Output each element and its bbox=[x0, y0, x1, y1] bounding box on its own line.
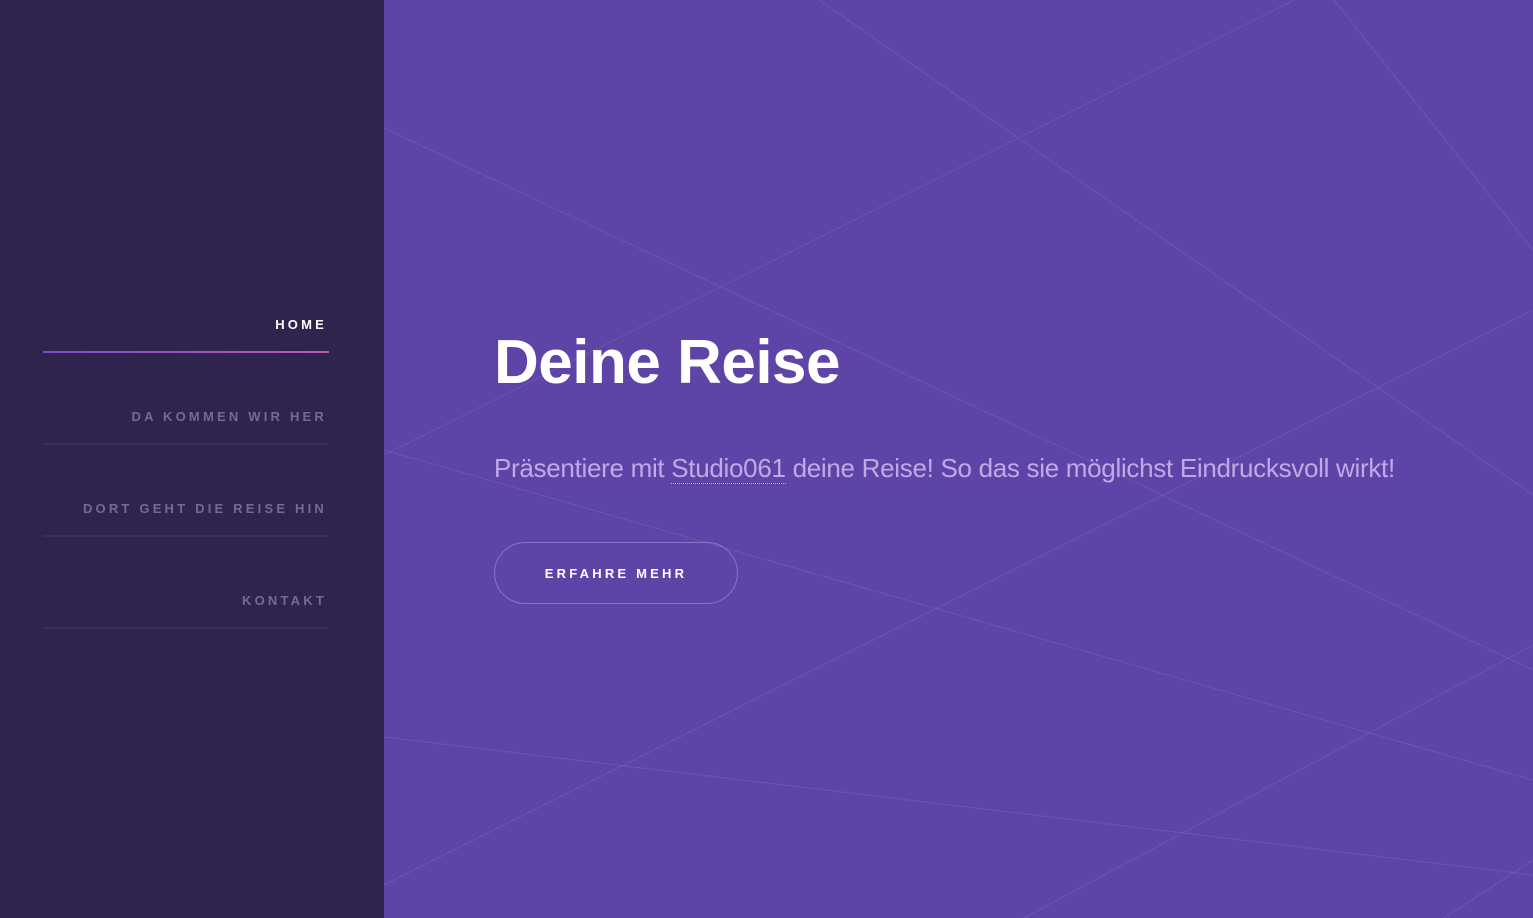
main-nav: HOME DA KOMMEN WIR HER DORT GEHT DIE REI… bbox=[43, 290, 329, 658]
hero-text-after: deine Reise! So das sie möglichst Eindru… bbox=[785, 453, 1396, 483]
nav-item-kontakt[interactable]: KONTAKT bbox=[43, 566, 329, 658]
nav-item-underline bbox=[43, 351, 329, 353]
hero-text-before: Präsentiere mit bbox=[494, 453, 672, 483]
learn-more-button[interactable]: ERFAHRE MEHR bbox=[494, 542, 738, 604]
nav-item-label: KONTAKT bbox=[242, 593, 327, 608]
nav-item-underline bbox=[43, 443, 329, 445]
nav-item-home[interactable]: HOME bbox=[43, 290, 329, 382]
hero-section: Deine Reise Präsentiere mit Studio061 de… bbox=[384, 0, 1533, 918]
nav-item-underline bbox=[43, 535, 329, 537]
sidebar: HOME DA KOMMEN WIR HER DORT GEHT DIE REI… bbox=[0, 0, 384, 918]
nav-item-label: DA KOMMEN WIR HER bbox=[131, 409, 327, 424]
hero-content: Deine Reise Präsentiere mit Studio061 de… bbox=[494, 326, 1514, 484]
hero-description: Präsentiere mit Studio061 deine Reise! S… bbox=[494, 452, 1514, 484]
brand-link[interactable]: Studio061 bbox=[671, 453, 786, 484]
hero-title: Deine Reise bbox=[494, 328, 841, 397]
nav-item-underline bbox=[43, 627, 329, 629]
nav-item-label: DORT GEHT DIE REISE HIN bbox=[82, 501, 327, 516]
nav-item-da-kommen-wir-her[interactable]: DA KOMMEN WIR HER bbox=[43, 382, 329, 474]
nav-item-dort-geht-die-reise-hin[interactable]: DORT GEHT DIE REISE HIN bbox=[43, 474, 329, 566]
nav-item-label: HOME bbox=[275, 317, 327, 332]
